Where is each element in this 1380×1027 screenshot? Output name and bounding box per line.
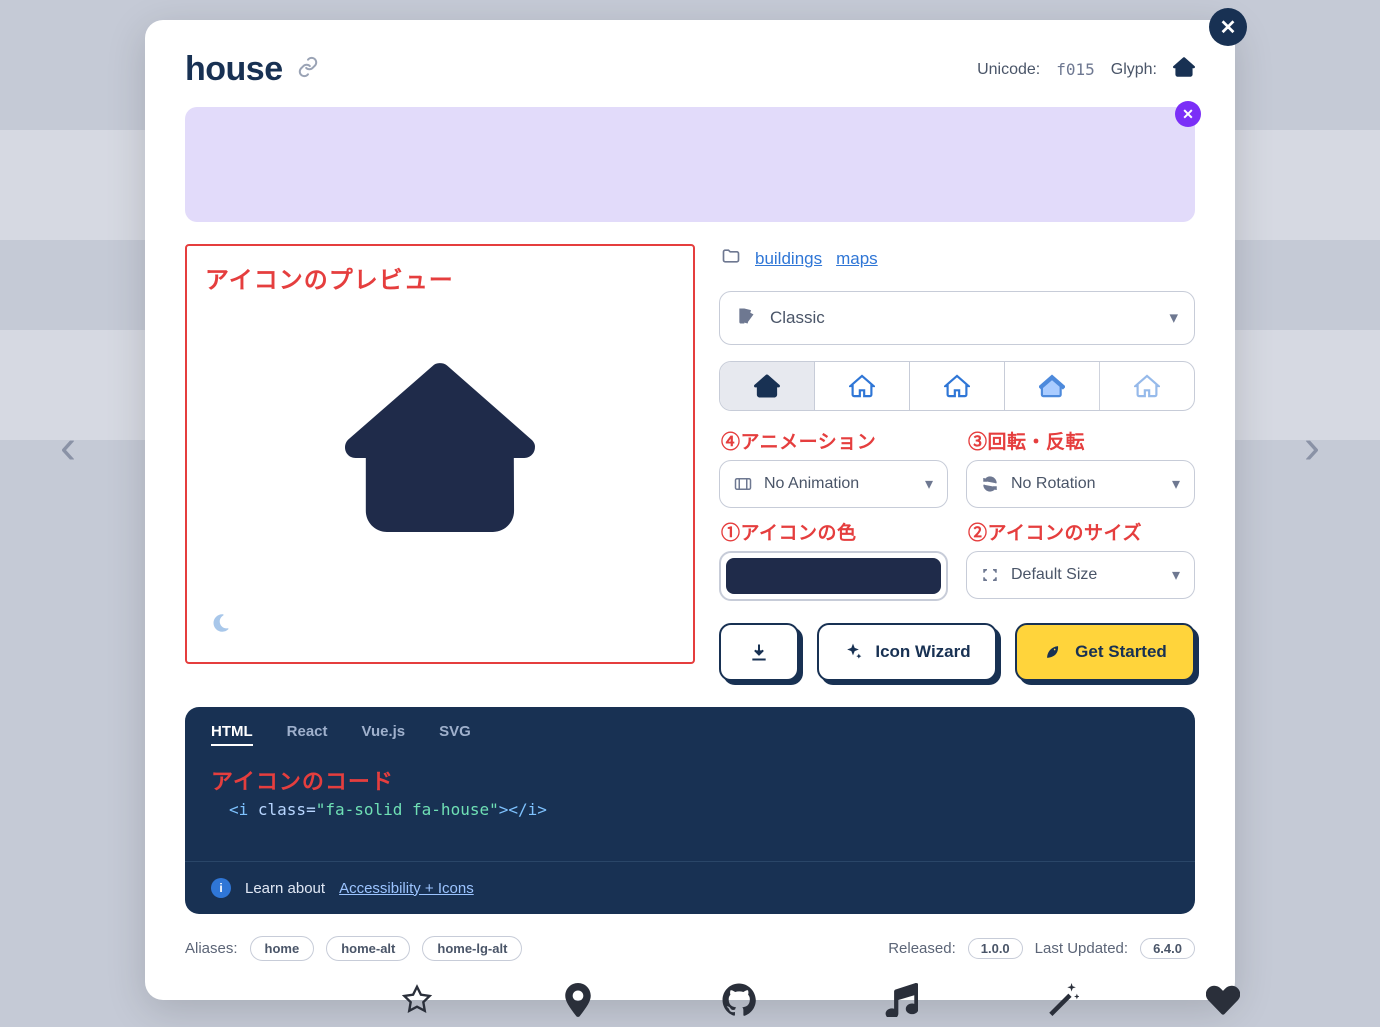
rotation-select[interactable]: No Rotation bbox=[966, 460, 1195, 508]
animation-select[interactable]: No Animation bbox=[719, 460, 948, 508]
variant-thin-tab[interactable] bbox=[1100, 362, 1194, 410]
updated-version: 6.4.0 bbox=[1140, 938, 1195, 959]
alias-pill[interactable]: home bbox=[250, 936, 315, 961]
variant-solid-tab[interactable] bbox=[720, 362, 815, 410]
alias-pill[interactable]: home-lg-alt bbox=[422, 936, 522, 961]
animation-value: No Animation bbox=[764, 475, 859, 493]
promo-banner: ✕ bbox=[185, 107, 1195, 222]
updated-label: Last Updated: bbox=[1035, 940, 1128, 957]
variant-light-tab[interactable] bbox=[910, 362, 1005, 410]
music-icon bbox=[884, 983, 918, 1017]
code-tab-svg[interactable]: SVG bbox=[439, 723, 471, 746]
annotation-size: ②アイコンのサイズ bbox=[968, 518, 1195, 545]
category-link-buildings[interactable]: buildings bbox=[755, 249, 822, 269]
swatchbook-icon bbox=[736, 306, 756, 331]
variant-duotone-tab[interactable] bbox=[1005, 362, 1100, 410]
color-swatch bbox=[726, 558, 941, 594]
icon-preview-large bbox=[345, 353, 535, 548]
code-tab-html[interactable]: HTML bbox=[211, 723, 253, 746]
code-tab-vue[interactable]: Vue.js bbox=[362, 723, 406, 746]
dark-mode-toggle[interactable] bbox=[211, 613, 231, 638]
size-select[interactable]: Default Size bbox=[966, 551, 1195, 599]
glyph-preview-icon[interactable] bbox=[1173, 56, 1195, 83]
background-icon-row bbox=[400, 983, 1240, 1017]
chevron-down-icon bbox=[1169, 308, 1178, 328]
chevron-down-icon bbox=[925, 474, 933, 494]
info-icon: i bbox=[211, 878, 231, 898]
permalink-icon[interactable] bbox=[297, 56, 319, 83]
annotation-color: ①アイコンの色 bbox=[721, 518, 948, 545]
star-icon bbox=[400, 983, 434, 1017]
icon-wizard-button[interactable]: Icon Wizard bbox=[817, 623, 997, 681]
annotation-code: アイコンのコード bbox=[211, 764, 1169, 796]
unicode-value[interactable]: f015 bbox=[1056, 60, 1095, 79]
chevron-down-icon bbox=[1172, 474, 1180, 494]
alias-pill[interactable]: home-alt bbox=[326, 936, 410, 961]
map-pin-icon bbox=[561, 983, 595, 1017]
get-started-button[interactable]: Get Started bbox=[1015, 623, 1195, 681]
learn-about-label: Learn about bbox=[245, 880, 325, 897]
next-icon-arrow[interactable]: › bbox=[1304, 420, 1320, 475]
prev-icon-arrow[interactable]: ‹ bbox=[60, 420, 76, 475]
rotation-value: No Rotation bbox=[1011, 475, 1096, 493]
glyph-label: Glyph: bbox=[1111, 61, 1157, 79]
unicode-label: Unicode: bbox=[977, 61, 1040, 79]
annotation-preview: アイコンのプレビュー bbox=[205, 260, 675, 295]
get-started-label: Get Started bbox=[1075, 642, 1167, 662]
annotation-animation: ④アニメーション bbox=[721, 427, 948, 454]
released-version: 1.0.0 bbox=[968, 938, 1023, 959]
icon-name-title: house bbox=[185, 50, 283, 89]
close-modal-button[interactable]: ✕ bbox=[1209, 8, 1247, 46]
color-picker[interactable] bbox=[719, 551, 948, 601]
style-family-select[interactable]: Classic bbox=[719, 291, 1195, 345]
folder-icon bbox=[721, 246, 741, 271]
category-link-maps[interactable]: maps bbox=[836, 249, 878, 269]
heart-icon bbox=[1206, 983, 1240, 1017]
code-snippet[interactable]: <i class="fa-solid fa-house"></i> bbox=[211, 800, 1169, 819]
github-icon bbox=[722, 983, 756, 1017]
size-value: Default Size bbox=[1011, 566, 1097, 584]
style-variant-tabs bbox=[719, 361, 1195, 411]
chevron-down-icon bbox=[1172, 565, 1180, 585]
released-label: Released: bbox=[888, 940, 956, 957]
annotation-rotation: ③回転・反転 bbox=[968, 427, 1195, 454]
style-family-value: Classic bbox=[770, 308, 825, 328]
code-tab-react[interactable]: React bbox=[287, 723, 328, 746]
wand-icon bbox=[1045, 983, 1079, 1017]
download-button[interactable] bbox=[719, 623, 799, 681]
icon-detail-modal: ✕ house Unicode: f015 Glyph: ✕ bbox=[145, 20, 1235, 1000]
icon-wizard-label: Icon Wizard bbox=[875, 642, 970, 662]
code-panel: HTML React Vue.js SVG アイコンのコード <i class=… bbox=[185, 707, 1195, 914]
promo-banner-close-button[interactable]: ✕ bbox=[1175, 101, 1201, 127]
accessibility-link[interactable]: Accessibility + Icons bbox=[339, 880, 474, 897]
variant-regular-tab[interactable] bbox=[815, 362, 910, 410]
aliases-label: Aliases: bbox=[185, 940, 238, 957]
icon-preview-panel: アイコンのプレビュー bbox=[185, 244, 695, 664]
